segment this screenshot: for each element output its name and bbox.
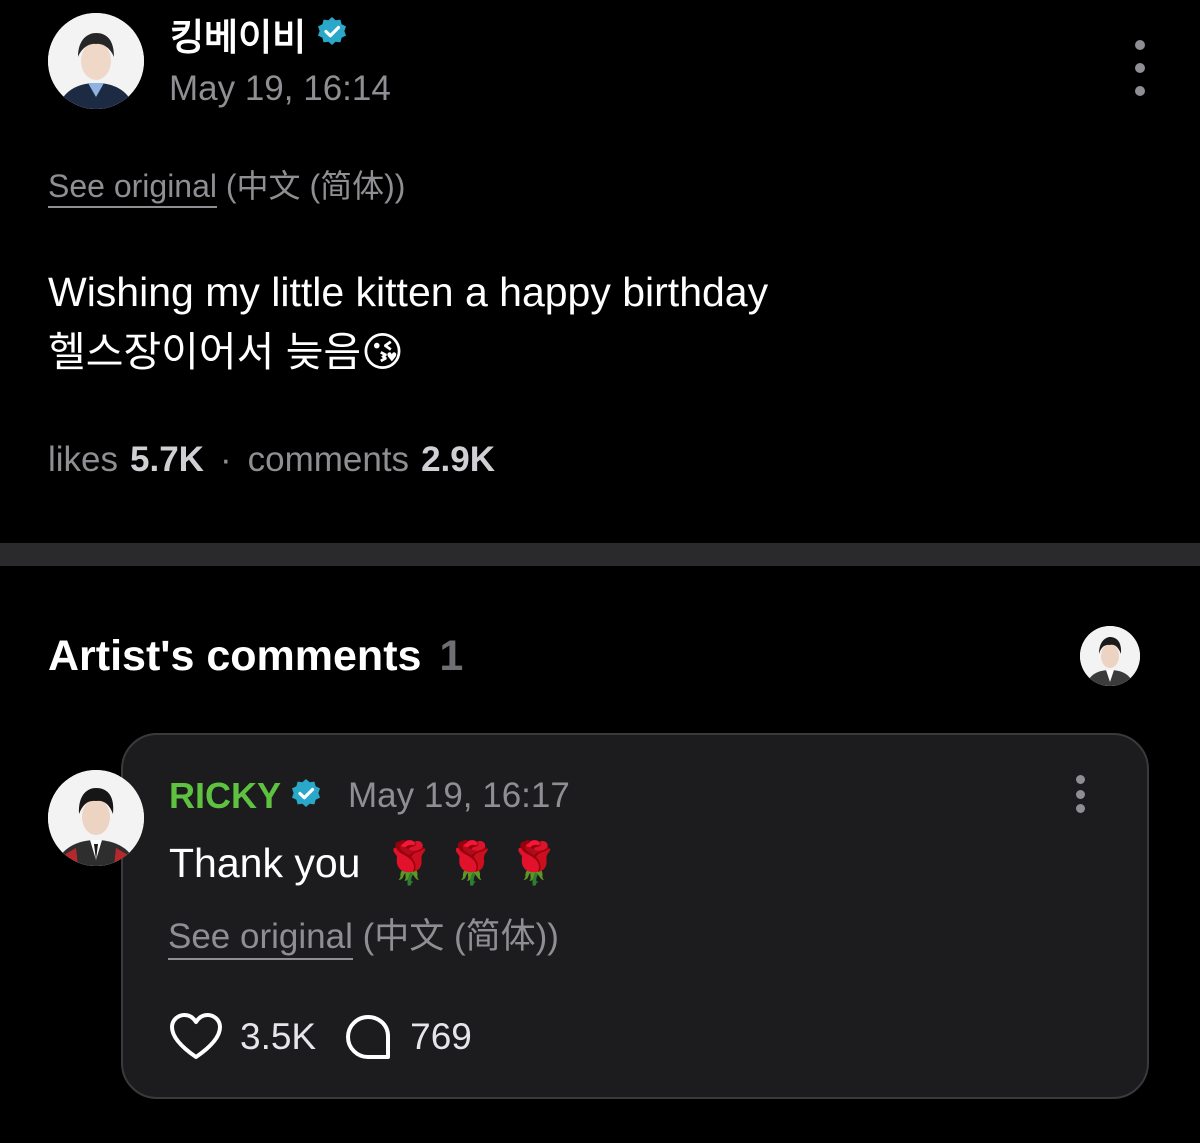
comment-text-body: Thank you xyxy=(169,840,361,886)
post-author-row: 킹베이비 xyxy=(170,10,348,58)
verified-badge-icon xyxy=(316,16,348,53)
comment-author-name[interactable]: RICKY xyxy=(169,775,281,817)
post-timestamp: May 19, 16:14 xyxy=(169,69,391,108)
comment-actions: 3.5K 769 xyxy=(169,1011,472,1063)
artist-filter-avatar[interactable] xyxy=(1080,626,1140,686)
section-divider xyxy=(0,543,1200,566)
post-author-name[interactable]: 킹베이비 xyxy=(170,7,306,61)
original-language-label: (中文 (简体)) xyxy=(362,917,559,956)
post-stats: likes 5.7K · comments 2.9K xyxy=(48,438,495,482)
heart-outline-icon[interactable] xyxy=(169,1012,223,1062)
comment-timestamp: May 19, 16:17 xyxy=(348,776,570,815)
artist-comments-count: 1 xyxy=(439,632,464,680)
post-text: Wishing my little kitten a happy birthda… xyxy=(48,262,768,382)
post-text-line-1: Wishing my little kitten a happy birthda… xyxy=(48,269,769,315)
post-text-line-2: 헬스장이어서 늦음😘 xyxy=(48,322,768,382)
comments-count[interactable]: 2.9K xyxy=(421,438,495,482)
verified-badge-icon xyxy=(290,778,322,815)
see-original-link[interactable]: See original xyxy=(48,168,217,208)
artist-comments-header: Artist's comments 1 xyxy=(48,628,463,684)
likes-count[interactable]: 5.7K xyxy=(130,438,204,482)
comment-author-avatar[interactable] xyxy=(48,770,144,866)
speech-bubble-outline-icon[interactable] xyxy=(344,1013,392,1061)
kiss-emoji: 😘 xyxy=(361,329,404,375)
more-vertical-icon[interactable] xyxy=(1071,775,1089,813)
comment-likes-count: 3.5K xyxy=(240,1016,317,1057)
more-vertical-icon[interactable] xyxy=(1130,40,1150,96)
original-language-label: (中文 (简体)) xyxy=(225,168,406,204)
post-translation-row: See original (中文 (简体)) xyxy=(48,166,406,208)
rose-emojis: 🌹 🌹 🌹 xyxy=(383,840,560,886)
post-author-avatar[interactable] xyxy=(48,13,144,109)
comment-text: Thank you 🌹 🌹 🌹 xyxy=(169,836,560,890)
comment-replies-count: 769 xyxy=(410,1016,472,1057)
post-text-korean: 헬스장이어서 늦음 xyxy=(48,329,362,375)
stats-separator: · xyxy=(219,440,232,479)
comment-translation-row: See original (中文 (简体)) xyxy=(168,916,559,960)
artist-comments-heading: Artist's comments xyxy=(48,632,422,680)
comment-header-row: RICKY May 19, 16:17 xyxy=(169,774,570,818)
see-original-link[interactable]: See original xyxy=(168,917,353,960)
likes-label: likes xyxy=(48,440,119,479)
comments-label: comments xyxy=(247,440,410,479)
